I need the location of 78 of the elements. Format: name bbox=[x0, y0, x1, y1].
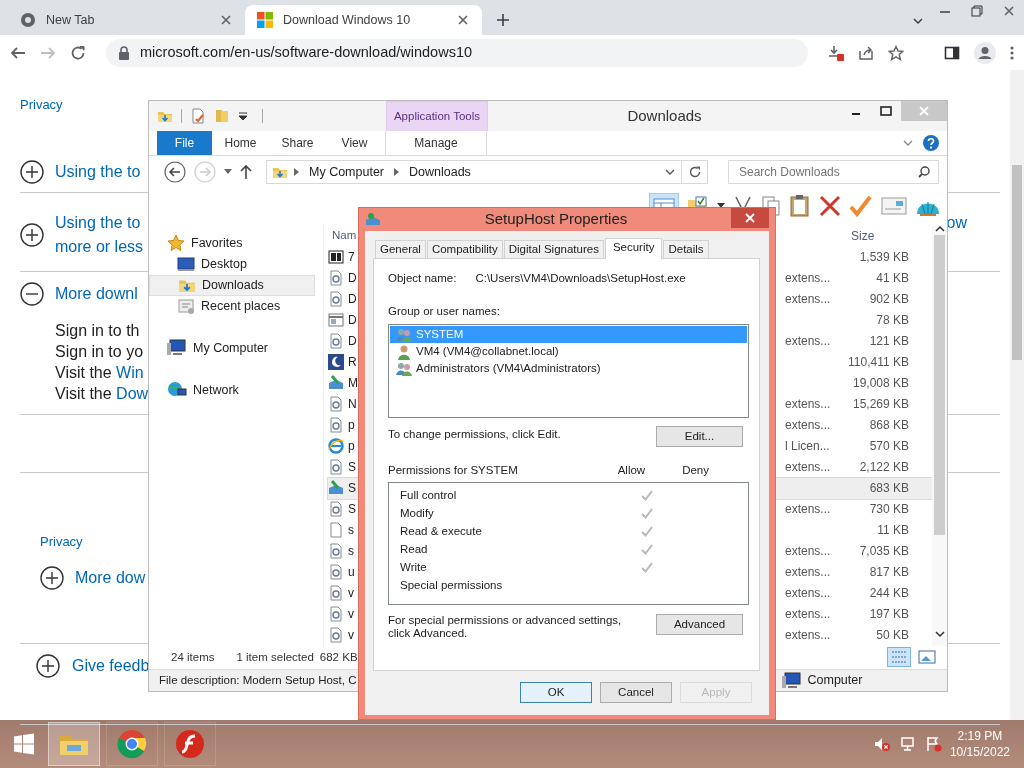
file-type: extens... bbox=[785, 501, 831, 519]
file-name: S bbox=[348, 480, 356, 498]
file-size: 11 KB bbox=[877, 522, 909, 540]
file-type: l Licen... bbox=[785, 438, 830, 456]
file-name: D bbox=[348, 333, 357, 351]
file-size: 730 KB bbox=[869, 501, 909, 519]
field-label: Permissions for SYSTEM bbox=[388, 463, 518, 478]
file-type: extens... bbox=[785, 270, 831, 288]
field-label: Group or user names: bbox=[388, 304, 500, 317]
file-name: D bbox=[348, 270, 357, 288]
file-size: 7,035 KB bbox=[859, 543, 909, 561]
file-type: extens... bbox=[785, 396, 831, 414]
context-tab-group: Application Tools bbox=[386, 101, 488, 131]
file-size: 19,008 KB bbox=[852, 375, 909, 393]
file-name: p bbox=[348, 417, 355, 435]
body-text: Visit the Dow bbox=[55, 384, 149, 404]
status-text: 1 item selected bbox=[236, 649, 314, 665]
hint-text: To change permissions, click Edit. bbox=[388, 427, 561, 442]
file-size: 902 KB bbox=[869, 291, 909, 309]
file-name: S bbox=[348, 501, 356, 519]
file-size: 244 KB bbox=[869, 585, 909, 603]
file-size: 868 KB bbox=[869, 417, 909, 435]
file-name: M bbox=[348, 375, 358, 393]
file-name: 7 bbox=[348, 249, 355, 267]
file-size: 570 KB bbox=[869, 438, 909, 456]
file-size: 110,411 KB bbox=[848, 354, 909, 372]
file-name: v bbox=[348, 585, 354, 603]
file-name: v bbox=[348, 606, 354, 624]
file-name: D bbox=[348, 312, 357, 330]
field-label: Object name: bbox=[388, 270, 457, 286]
url-text: microsoft.com/en-us/software-download/windows10 bbox=[140, 42, 473, 62]
file-name: s bbox=[348, 543, 354, 561]
file-type: extens... bbox=[785, 585, 831, 603]
window-title: Downloads bbox=[626, 105, 703, 126]
permission-name: Read bbox=[400, 541, 429, 557]
file-size: 15,269 KB bbox=[852, 396, 909, 414]
file-name: u bbox=[348, 564, 355, 582]
permission-name: Modify bbox=[400, 505, 435, 521]
file-name: D bbox=[348, 291, 357, 309]
location-text: Computer bbox=[807, 672, 863, 690]
status-text: 24 items bbox=[171, 649, 215, 665]
file-type: extens... bbox=[785, 627, 831, 645]
column-header: Deny bbox=[682, 463, 709, 478]
column-header: Allow bbox=[617, 463, 646, 478]
status-text: 682 KB bbox=[319, 649, 358, 665]
file-name: v bbox=[348, 627, 354, 645]
file-type: extens... bbox=[785, 333, 831, 351]
body-text: Sign in to yo bbox=[55, 342, 145, 362]
file-size: 121 KB bbox=[869, 333, 909, 351]
file-name: p bbox=[348, 438, 355, 456]
file-type: extens... bbox=[785, 291, 831, 309]
file-type: extens... bbox=[785, 606, 831, 624]
file-size: 50 KB bbox=[876, 627, 909, 645]
file-name: s bbox=[348, 522, 354, 540]
file-size: 683 KB bbox=[869, 480, 909, 498]
permission-name: Write bbox=[400, 559, 428, 575]
file-size: 78 KB bbox=[876, 312, 909, 330]
file-name: S bbox=[348, 459, 356, 477]
file-description: File description: Modern Setup Host, C bbox=[159, 673, 357, 689]
file-size: 41 KB bbox=[876, 270, 909, 288]
body-text: Visit the Win bbox=[55, 363, 145, 383]
file-type: extens... bbox=[785, 417, 831, 435]
dialog-title: SetupHost Properties bbox=[483, 209, 629, 229]
file-type: extens... bbox=[785, 543, 831, 561]
permission-name: Read & execute bbox=[400, 523, 483, 539]
file-size: 817 KB bbox=[869, 564, 909, 582]
file-name: R bbox=[348, 354, 357, 372]
file-type: extens... bbox=[785, 564, 831, 582]
file-type: extens... bbox=[785, 459, 831, 477]
object-path: C:\Users\VM4\Downloads\SetupHost.exe bbox=[475, 270, 686, 286]
file-size: 1,539 KB bbox=[859, 249, 909, 267]
file-name: N bbox=[348, 396, 357, 414]
permission-name: Special permissions bbox=[400, 577, 504, 593]
hint-text: For special permissions or advanced settings, click Advanced. bbox=[388, 614, 623, 641]
file-size: 2,122 KB bbox=[859, 459, 909, 477]
body-text: Sign in to th bbox=[55, 321, 141, 341]
permission-name: Full control bbox=[400, 487, 458, 503]
file-size: 197 KB bbox=[869, 606, 909, 624]
